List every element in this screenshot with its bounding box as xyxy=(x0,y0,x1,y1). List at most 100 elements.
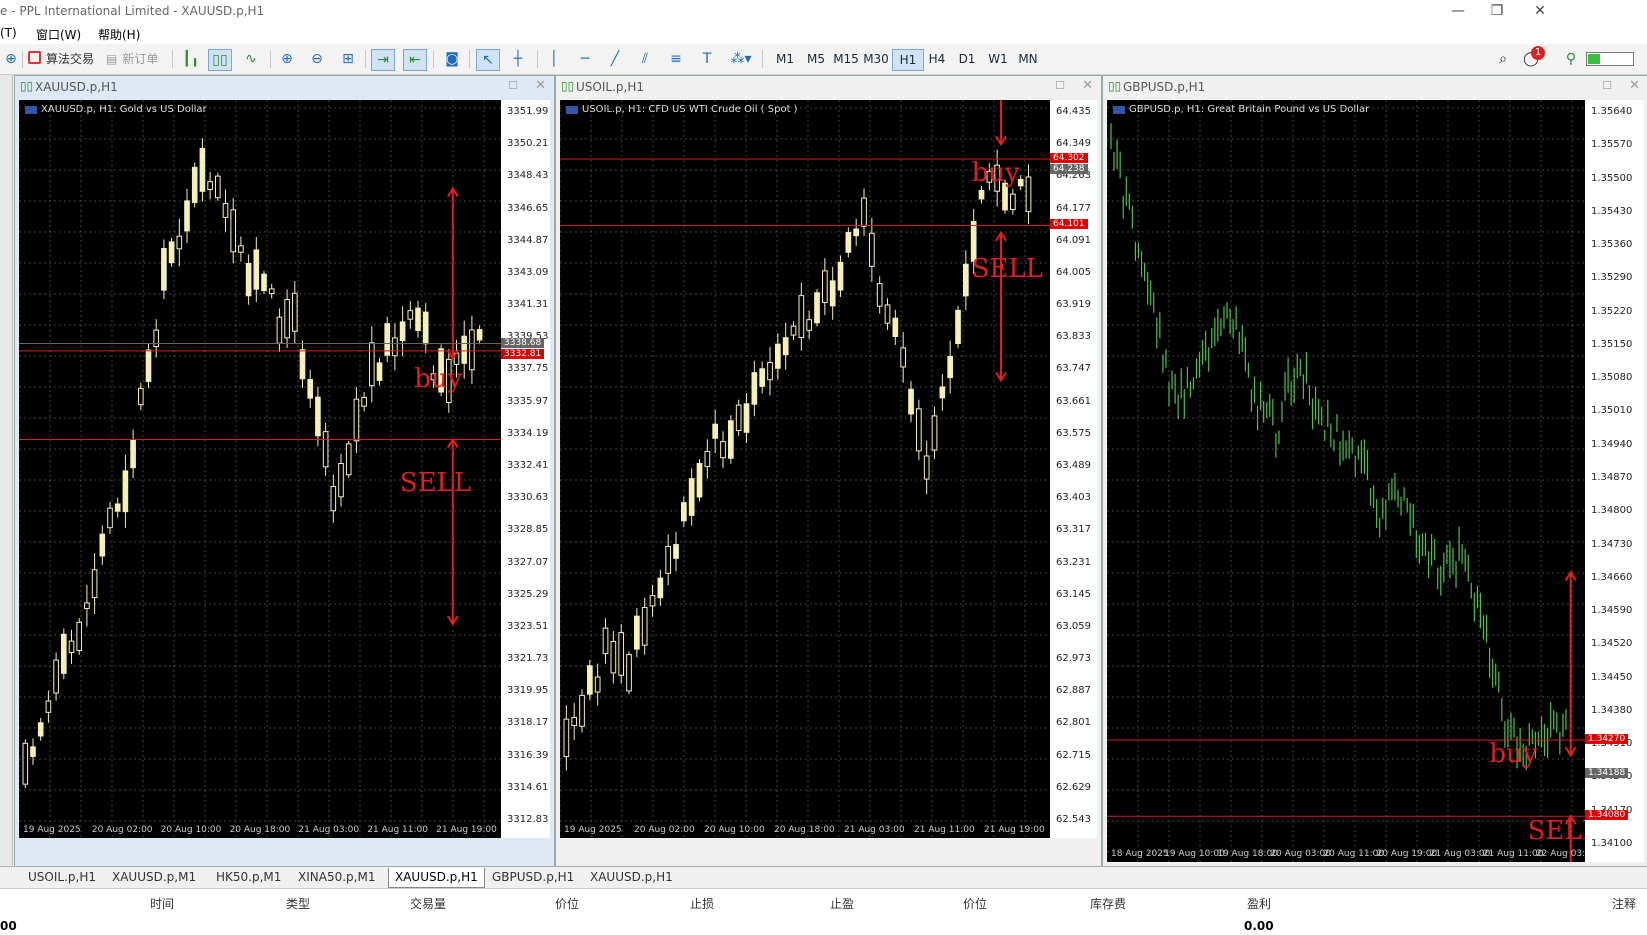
price-axis-label: 64.349 xyxy=(1056,138,1091,150)
maximize-icon[interactable]: ☐ xyxy=(1602,79,1612,92)
price-axis[interactable]: 64.435 64.349 64.263 64.177 64.091 64.005 63.9… xyxy=(1050,100,1097,838)
price-axis-label: 1.34940 xyxy=(1591,438,1633,450)
chart-tab[interactable]: HK50.p,M1 xyxy=(210,868,287,887)
minimize-button[interactable]: — xyxy=(1448,2,1468,20)
price-tag: 1.34188 xyxy=(1585,768,1629,779)
menu-window[interactable]: 窗口(W) xyxy=(36,26,81,43)
price-tag: 3338.68 xyxy=(501,337,545,348)
time-axis-label: 19 Aug 10:00 xyxy=(1164,849,1225,859)
chart-tab[interactable]: XAUUSD.p,H1 xyxy=(584,868,679,887)
col-swap[interactable]: 库存费 xyxy=(1090,895,1126,912)
tf-m5[interactable]: M5 xyxy=(801,49,831,69)
chart-window-title: GBPUSD.p,H1 xyxy=(1123,80,1206,94)
autoscroll-icon[interactable]: ⇥ xyxy=(371,49,395,71)
chart-shift-icon[interactable]: ⇤ xyxy=(403,49,427,71)
menu-help[interactable]: 帮助(H) xyxy=(98,26,140,43)
price-axis-label: 62.715 xyxy=(1056,749,1091,761)
shapes-dropdown-icon[interactable]: ⁂▾ xyxy=(726,49,756,69)
chart-window-3[interactable]: ▯▯ GBPUSD.p,H1 ☐ ✕ GBPUSD.p, H1: Great Brita… xyxy=(1102,75,1647,867)
price-axis-label: 63.919 xyxy=(1056,299,1091,311)
chart-tab[interactable]: GBPUSD.p,H1 xyxy=(486,868,580,887)
horizontal-line-icon[interactable]: ─ xyxy=(574,49,596,69)
chart-window-titlebar[interactable]: ▯▯ GBPUSD.p,H1 ☐ ✕ xyxy=(1103,76,1647,98)
col-type[interactable]: 类型 xyxy=(286,895,310,912)
tf-d1[interactable]: D1 xyxy=(952,49,982,69)
price-axis-label: 62.887 xyxy=(1056,685,1091,697)
tf-m30[interactable]: M30 xyxy=(861,49,891,69)
text-tool-icon[interactable]: T xyxy=(696,49,718,69)
close-button[interactable]: ✕ xyxy=(1530,2,1550,20)
price-chart[interactable]: XAUUSD.p, H1: Gold vs US Dollar buy SELL 19… xyxy=(19,100,501,838)
new-order-button[interactable]: ▤ 新订单 xyxy=(106,49,158,69)
channel-icon[interactable]: ⫽ xyxy=(634,49,656,69)
algo-trading-button[interactable]: 算法交易 xyxy=(28,49,94,69)
col-comment[interactable]: 注释 xyxy=(1612,895,1636,912)
new-chart-icon[interactable]: ⊕ xyxy=(0,49,22,69)
search-icon[interactable]: ⌕ xyxy=(1492,49,1514,69)
tile-windows-icon[interactable]: ⊞ xyxy=(337,49,359,69)
price-axis-label: 1.34870 xyxy=(1591,472,1633,483)
time-axis-label: 21 Aug 11:00 xyxy=(367,825,428,835)
tf-h4[interactable]: H4 xyxy=(922,49,952,69)
maximize-icon[interactable]: ☐ xyxy=(508,79,518,92)
chart-tab[interactable]: XINA50.p,M1 xyxy=(292,868,381,887)
price-axis-label: 63.833 xyxy=(1056,331,1091,343)
fibonacci-icon[interactable]: ≡ xyxy=(665,49,687,69)
trendline-icon[interactable]: ╱ xyxy=(604,49,626,69)
price-axis-label: 63.747 xyxy=(1056,363,1091,375)
tf-w1[interactable]: W1 xyxy=(983,49,1013,69)
tf-mn[interactable]: MN xyxy=(1013,49,1043,69)
col-price[interactable]: 价位 xyxy=(555,895,579,912)
price-axis-label: 1.35010 xyxy=(1591,405,1633,417)
cursor-icon[interactable]: ↖ xyxy=(476,49,500,71)
screenshot-icon[interactable]: ◙ xyxy=(441,49,463,69)
price-axis[interactable]: 1.35640 1.35570 1.35500 1.35430 1.35360 1.352… xyxy=(1585,100,1644,862)
col-sl[interactable]: 止损 xyxy=(690,895,714,912)
connection-bar[interactable] xyxy=(1586,52,1634,66)
col-volume[interactable]: 交易量 xyxy=(410,895,446,912)
price-axis-label: 3314.61 xyxy=(507,781,549,793)
chart-tab[interactable]: USOIL.p,H1 xyxy=(22,868,102,887)
navigator-strip[interactable] xyxy=(0,75,13,865)
candlestick-icon[interactable]: ▯▯ xyxy=(208,49,232,71)
col-profit[interactable]: 盈利 xyxy=(1247,895,1271,912)
chart-window-titlebar[interactable]: ▯▯ XAUUSD.p,H1 ☐ ✕ xyxy=(15,76,554,98)
menu-tools[interactable]: (T) xyxy=(0,26,17,40)
time-axis-label: 21 Aug 03:00 xyxy=(844,825,905,835)
price-axis-label: 1.34800 xyxy=(1591,505,1633,517)
restore-button[interactable]: ❐ xyxy=(1487,2,1507,20)
price-axis-label: 3337.75 xyxy=(507,363,549,375)
zoom-out-icon[interactable]: ⊖ xyxy=(306,49,328,69)
time-axis-label: 20 Aug 03:00 xyxy=(1270,849,1332,859)
zoom-in-icon[interactable]: ⊕ xyxy=(276,49,298,69)
time-axis-label: 20 Aug 02:00 xyxy=(634,825,695,835)
price-axis-label: 3341.31 xyxy=(507,299,549,311)
tf-h1[interactable]: H1 xyxy=(892,49,924,71)
close-icon[interactable]: ✕ xyxy=(535,78,546,93)
price-axis-label: 3348.43 xyxy=(507,170,549,182)
vertical-line-icon[interactable]: │ xyxy=(543,49,565,69)
chart-window-2[interactable]: ▯▯ USOIL.p,H1 ☐ ✕ USOIL.p, H1: CFD US WTI Cr… xyxy=(555,75,1102,867)
col-time[interactable]: 时间 xyxy=(150,895,174,912)
maximize-icon[interactable]: ☐ xyxy=(1055,79,1065,92)
close-icon[interactable]: ✕ xyxy=(1082,78,1093,93)
time-axis-label: 21 Aug 03:00 xyxy=(298,825,360,835)
col-tp[interactable]: 止盈 xyxy=(830,895,854,912)
close-icon[interactable]: ✕ xyxy=(1629,78,1640,93)
col-price-current[interactable]: 价位 xyxy=(963,895,987,912)
chart-window-title: XAUUSD.p,H1 xyxy=(35,80,118,94)
chart-tab[interactable]: XAUUSD.p,H1 xyxy=(388,868,485,888)
chart-tab[interactable]: XAUUSD.p,M1 xyxy=(106,868,202,887)
price-axis[interactable]: 3351.99 3350.21 3348.43 3346.65 3344.87 3343.… xyxy=(501,100,550,838)
crosshair-icon[interactable]: ┼ xyxy=(507,49,529,69)
bar-chart-icon[interactable]: ┃╻ xyxy=(180,49,202,69)
line-chart-icon[interactable]: ∿ xyxy=(240,49,262,69)
price-axis-label: 3327.07 xyxy=(507,556,549,568)
price-axis-label: 63.317 xyxy=(1056,524,1091,536)
price-chart[interactable]: USOIL.p, H1: CFD US WTI Crude Oil ( Spot… xyxy=(560,100,1050,838)
tf-m15[interactable]: M15 xyxy=(831,49,861,69)
price-chart[interactable]: GBPUSD.p, H1: Great Britain Pound vs US … xyxy=(1107,100,1585,862)
chart-window-titlebar[interactable]: ▯▯ USOIL.p,H1 ☐ ✕ xyxy=(556,76,1101,98)
chart-window-1[interactable]: ▯▯ XAUUSD.p,H1 ☐ ✕ XAUUSD.p, H1: Gold vs US … xyxy=(14,75,555,867)
tf-m1[interactable]: M1 xyxy=(770,49,800,69)
